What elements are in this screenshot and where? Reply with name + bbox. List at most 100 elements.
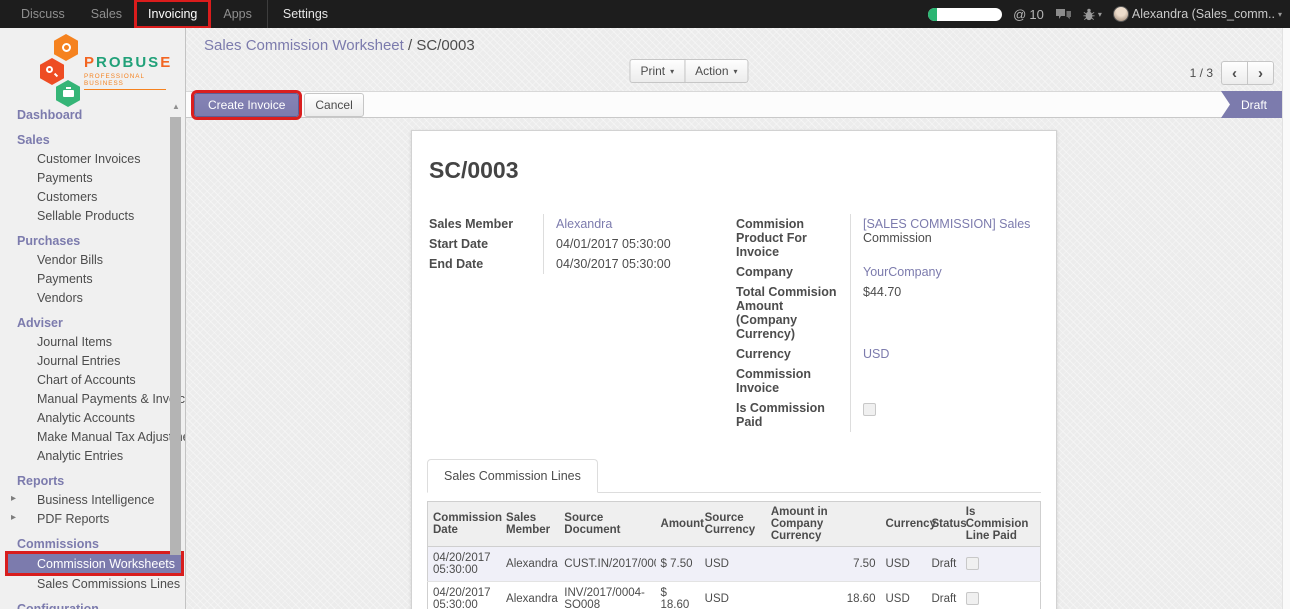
- field-group-left: Sales Member Alexandra Start Date 04/01/…: [427, 214, 734, 432]
- cancel-button[interactable]: Cancel: [304, 93, 363, 117]
- sidebar-item-vendors[interactable]: Vendors: [0, 288, 185, 307]
- commission-product-link[interactable]: [SALES COMMISSION] Sales: [863, 217, 1030, 231]
- status-badge: Draft: [1221, 91, 1282, 118]
- col-sales-member: Sales Member: [501, 502, 559, 547]
- sidebar-item-vendor-bills[interactable]: Vendor Bills: [0, 250, 185, 269]
- currency-link[interactable]: USD: [863, 347, 889, 361]
- cell-member: Alexandra: [501, 547, 559, 582]
- nav-sales[interactable]: Sales: [78, 0, 135, 28]
- recorder-pill: [928, 8, 1002, 21]
- control-panel: Print ▾ Action ▾ 1 / 3 ‹ ›: [186, 57, 1282, 88]
- sidebar-item-pdf-reports[interactable]: ▸ PDF Reports: [0, 509, 185, 528]
- currency-label: Currency: [734, 344, 850, 364]
- sidebar-section-commissions[interactable]: Commissions: [0, 535, 185, 553]
- nav-settings[interactable]: Settings: [270, 0, 341, 28]
- end-date-label: End Date: [427, 254, 543, 274]
- company-link[interactable]: YourCompany: [863, 265, 942, 279]
- sidebar-section-configuration[interactable]: Configuration: [0, 600, 185, 609]
- sidebar-section-reports[interactable]: Reports: [0, 472, 185, 490]
- cell-currency: USD: [880, 547, 926, 582]
- table-header-row: Commission Date Sales Member Source Docu…: [428, 502, 1041, 547]
- total-commission-amount-value: $44.70: [850, 282, 1041, 344]
- is-commission-paid-label: Is Commission Paid: [734, 398, 850, 432]
- logo-tagline: PROFESSIONAL BUSINESS: [84, 73, 166, 90]
- line-paid-checkbox[interactable]: [966, 592, 979, 605]
- recorder-pill-progress: [928, 8, 937, 21]
- window-scrollbar[interactable]: [1282, 28, 1290, 609]
- table-row[interactable]: 04/20/2017 05:30:00 Alexandra INV/2017/0…: [428, 582, 1041, 609]
- col-currency: Currency: [880, 502, 926, 547]
- cell-amount: $ 18.60: [656, 582, 700, 609]
- cell-amount: $ 7.50: [656, 547, 700, 582]
- create-invoice-button[interactable]: Create Invoice: [194, 93, 299, 117]
- sidebar-item-journal-items[interactable]: Journal Items: [0, 332, 185, 351]
- commission-product-label: Commision Product For Invoice: [734, 214, 850, 262]
- topbar-divider: [267, 0, 268, 28]
- cell-status: Draft: [926, 582, 960, 609]
- nav-apps[interactable]: Apps: [210, 0, 265, 28]
- expand-arrow-icon: ▸: [11, 493, 16, 504]
- cell-source-currency: USD: [700, 547, 766, 582]
- user-menu[interactable]: Alexandra (Sales_comm.. ▾: [1113, 6, 1282, 22]
- bug-icon: [1083, 8, 1095, 21]
- sidebar-item-journal-entries[interactable]: Journal Entries: [0, 351, 185, 370]
- probuse-logo: PROBUSE PROFESSIONAL BUSINESS: [0, 28, 185, 106]
- sidebar-item-label: Business Intelligence: [37, 493, 154, 507]
- app-window: Discuss Sales Invoicing Apps Settings @ …: [0, 0, 1290, 609]
- sidebar-section-adviser[interactable]: Adviser: [0, 314, 185, 332]
- sidebar-item-make-manual-tax-adjustment[interactable]: Make Manual Tax Adjustme...: [0, 427, 185, 446]
- logo-name-part: ROBUS: [96, 54, 160, 71]
- company-label: Company: [734, 262, 850, 282]
- main-menu: Discuss Sales Invoicing Apps Settings: [0, 0, 341, 28]
- breadcrumb: Sales Commission Worksheet / SC/0003: [186, 28, 1282, 57]
- scroll-up-arrow-icon[interactable]: ▲: [170, 102, 182, 112]
- messages-button[interactable]: [1055, 8, 1072, 21]
- sidebar-item-analytic-accounts[interactable]: Analytic Accounts: [0, 408, 185, 427]
- sales-member-link[interactable]: Alexandra: [556, 217, 612, 231]
- sidebar-item-sales-commissions-lines[interactable]: Sales Commissions Lines: [0, 574, 185, 593]
- sidebar-item-commission-worksheets[interactable]: Commission Worksheets: [8, 554, 181, 573]
- table-row[interactable]: 04/20/2017 05:30:00 Alexandra CUST.IN/20…: [428, 547, 1041, 582]
- tab-sales-commission-lines[interactable]: Sales Commission Lines: [427, 459, 598, 493]
- magnifier-icon: [46, 66, 58, 78]
- col-source-currency: Source Currency: [700, 502, 766, 547]
- sidebar-item-business-intelligence[interactable]: ▸ Business Intelligence: [0, 490, 185, 509]
- col-amount-company-currency: Amount in Company Currency: [766, 502, 881, 547]
- sidebar-item-analytic-entries[interactable]: Analytic Entries: [0, 446, 185, 465]
- sidebar: PROBUSE PROFESSIONAL BUSINESS Dashboard …: [0, 28, 186, 609]
- sidebar-item-payments-sales[interactable]: Payments: [0, 168, 185, 187]
- notebook-tabs: Sales Commission Lines: [427, 458, 1041, 493]
- pager-next-button[interactable]: ›: [1247, 61, 1274, 85]
- sidebar-item-manual-payments-invoice[interactable]: Manual Payments & Invoice...: [0, 389, 185, 408]
- cell-member: Alexandra: [501, 582, 559, 609]
- cell-date: 04/20/2017 05:30:00: [428, 547, 502, 582]
- commission-invoice-value: [850, 364, 1041, 398]
- chat-bubble-icon: [1055, 8, 1072, 21]
- is-commission-paid-checkbox[interactable]: [863, 403, 876, 416]
- record-pager: 1 / 3 ‹ ›: [1190, 61, 1274, 85]
- pager-previous-button[interactable]: ‹: [1221, 61, 1248, 85]
- total-commission-amount-label: Total Commision Amount (Company Currency…: [734, 282, 850, 344]
- debug-menu-button[interactable]: ▾: [1083, 8, 1102, 21]
- nav-discuss[interactable]: Discuss: [8, 0, 78, 28]
- at-icon: @: [1013, 7, 1026, 22]
- top-navbar: Discuss Sales Invoicing Apps Settings @ …: [0, 0, 1290, 28]
- mention-counter[interactable]: @ 10: [1013, 7, 1044, 22]
- sidebar-scrollbar-thumb[interactable]: [170, 117, 181, 555]
- sidebar-item-customer-invoices[interactable]: Customer Invoices: [0, 149, 185, 168]
- sidebar-section-sales[interactable]: Sales: [0, 131, 185, 149]
- sidebar-item-chart-of-accounts[interactable]: Chart of Accounts: [0, 370, 185, 389]
- action-button[interactable]: Action ▾: [684, 59, 748, 83]
- cell-amount-company: 18.60: [766, 582, 881, 609]
- print-button[interactable]: Print ▾: [629, 59, 685, 83]
- sidebar-section-dashboard[interactable]: Dashboard: [0, 106, 185, 124]
- sidebar-item-label: PDF Reports: [37, 512, 109, 526]
- sidebar-item-payments-purchases[interactable]: Payments: [0, 269, 185, 288]
- nav-invoicing[interactable]: Invoicing: [135, 0, 210, 28]
- sidebar-item-customers[interactable]: Customers: [0, 187, 185, 206]
- cell-date: 04/20/2017 05:30:00: [428, 582, 502, 609]
- sidebar-section-purchases[interactable]: Purchases: [0, 232, 185, 250]
- breadcrumb-parent-link[interactable]: Sales Commission Worksheet: [204, 37, 404, 54]
- sidebar-item-sellable-products[interactable]: Sellable Products: [0, 206, 185, 225]
- line-paid-checkbox[interactable]: [966, 557, 979, 570]
